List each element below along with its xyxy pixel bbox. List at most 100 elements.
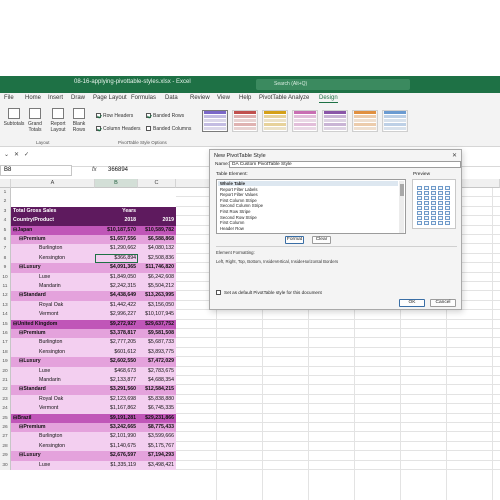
cell-b24[interactable]: $1,167,862 [95, 404, 138, 414]
cell-a24[interactable]: Vermont [11, 404, 95, 414]
select-all-corner[interactable] [0, 179, 11, 188]
menu-tab-view[interactable]: View [217, 95, 230, 101]
row-number[interactable]: 3 [0, 206, 11, 217]
menu-tab-insert[interactable]: Insert [48, 95, 63, 101]
banded-rows-checkbox[interactable]: Banded Rows [146, 113, 184, 119]
cell-a26[interactable]: ⊟Premium [11, 423, 95, 433]
row-headers-checkbox[interactable]: Row Headers [96, 113, 133, 119]
row-number[interactable]: 16 [0, 329, 11, 339]
cell-c9[interactable]: $11,746,820 [138, 263, 176, 273]
cell-c16[interactable]: $9,581,508 [138, 329, 176, 339]
cell-b18[interactable]: $601,612 [95, 347, 138, 358]
search-box[interactable]: Search (Alt+Q) [256, 79, 410, 90]
row-number[interactable]: 11 [0, 282, 11, 292]
cell-c22[interactable]: $12,584,215 [138, 385, 176, 395]
style-swatch[interactable] [322, 110, 348, 132]
cell-a10[interactable]: Luxe [11, 272, 95, 282]
style-swatch[interactable] [382, 110, 408, 132]
row-number[interactable]: 6 [0, 235, 11, 245]
row-number[interactable]: 17 [0, 338, 11, 348]
menu-tab-formulas[interactable]: Formulas [131, 95, 156, 101]
cell-a30[interactable]: Luxe [11, 460, 95, 470]
row-number[interactable]: 26 [0, 423, 11, 433]
row-number[interactable]: 14 [0, 310, 11, 320]
cell-a8[interactable]: Kensington [11, 253, 95, 264]
cell-b4[interactable]: 2018 [95, 216, 138, 226]
table-element-item[interactable]: Second Row Stripe [218, 215, 398, 220]
row-number[interactable]: 1 [0, 188, 11, 198]
fx-icon[interactable]: fx [92, 167, 97, 173]
menu-tab-file[interactable]: File [4, 95, 14, 101]
cell-a21[interactable]: Mandarin [11, 376, 95, 386]
cell-a14[interactable]: Vermont [11, 310, 95, 320]
close-icon[interactable]: ✕ [452, 152, 457, 159]
cancel-button[interactable]: Cancel [430, 299, 456, 307]
cell-a22[interactable]: ⊟Standard [11, 385, 95, 395]
cell-a2[interactable] [11, 197, 95, 206]
cell-c18[interactable]: $3,893,775 [138, 347, 176, 358]
row-number[interactable]: 23 [0, 394, 11, 405]
style-swatch[interactable] [232, 110, 258, 132]
table-element-item[interactable]: First Column Stripe [218, 198, 398, 203]
cell-b10[interactable]: $1,849,050 [95, 272, 138, 282]
blank-rows-button[interactable]: Blank Rows [70, 108, 88, 133]
table-element-item[interactable]: Report Filter Values [218, 192, 398, 197]
cell-c25[interactable]: $29,231,866 [138, 413, 176, 423]
style-swatch[interactable] [202, 110, 228, 132]
cell-b22[interactable]: $3,291,560 [95, 385, 138, 395]
cell-a6[interactable]: ⊟Premium [11, 235, 95, 245]
cell-c21[interactable]: $4,688,354 [138, 376, 176, 386]
cell-b26[interactable]: $3,242,665 [95, 423, 138, 433]
cell-b16[interactable]: $3,378,817 [95, 329, 138, 339]
list-scroll-thumb[interactable] [400, 184, 404, 196]
cell-a29[interactable]: ⊟Luxury [11, 451, 95, 461]
row-number[interactable]: 5 [0, 225, 11, 235]
row-number[interactable]: 18 [0, 347, 11, 358]
cell-b11[interactable]: $2,242,315 [95, 282, 138, 292]
cell-a16[interactable]: ⊟Premium [11, 329, 95, 339]
cell-a3[interactable]: Total Gross Sales [11, 206, 95, 217]
cell-a5[interactable]: ⊟Japan [11, 225, 95, 235]
cell-b21[interactable]: $2,133,877 [95, 376, 138, 386]
format-button[interactable]: Format [285, 236, 304, 244]
style-swatch[interactable] [352, 110, 378, 132]
cell-a9[interactable]: ⊟Luxury [11, 263, 95, 273]
column-headers-checkbox[interactable]: Column Headers [96, 126, 141, 132]
cell-b25[interactable]: $9,191,281 [95, 413, 138, 423]
cell-a17[interactable]: Burlington [11, 338, 95, 348]
table-element-item[interactable]: Whole Table [218, 181, 398, 186]
cell-b30[interactable]: $1,335,119 [95, 460, 138, 470]
menu-tab-pivottable-analyze[interactable]: PivotTable Analyze [259, 95, 309, 101]
cell-c26[interactable]: $8,775,433 [138, 423, 176, 433]
cell-b2[interactable] [95, 197, 138, 206]
cell-b8[interactable]: $366,894 [95, 253, 138, 264]
cell-b13[interactable]: $1,442,422 [95, 300, 138, 311]
cell-c19[interactable]: $7,472,029 [138, 357, 176, 367]
cell-c4[interactable]: 2019 [138, 216, 176, 226]
cell-c1[interactable] [138, 188, 176, 197]
row-number[interactable]: 27 [0, 432, 11, 442]
cell-a12[interactable]: ⊟Standard [11, 291, 95, 301]
row-number[interactable]: 4 [0, 216, 11, 226]
cell-c6[interactable]: $6,588,868 [138, 235, 176, 245]
row-number[interactable]: 29 [0, 451, 11, 461]
row-number[interactable]: 8 [0, 253, 11, 264]
column-header-c[interactable]: C [138, 179, 176, 188]
style-swatch[interactable] [292, 110, 318, 132]
formula-input[interactable]: 366894 [108, 167, 128, 173]
cell-b7[interactable]: $1,290,662 [95, 244, 138, 254]
row-number[interactable]: 2 [0, 197, 11, 207]
grand-totals-button[interactable]: Grand Totals [25, 108, 45, 133]
row-number[interactable]: 28 [0, 441, 11, 452]
row-number[interactable]: 21 [0, 376, 11, 386]
menu-tab-data[interactable]: Data [165, 95, 178, 101]
cell-b6[interactable]: $1,657,556 [95, 235, 138, 245]
menu-tab-home[interactable]: Home [25, 95, 41, 101]
cell-c20[interactable]: $2,783,675 [138, 366, 176, 376]
ok-button[interactable]: OK [399, 299, 425, 307]
row-number[interactable]: 20 [0, 366, 11, 376]
cell-b28[interactable]: $1,140,675 [95, 441, 138, 452]
cell-a1[interactable] [11, 188, 95, 197]
row-number[interactable]: 12 [0, 291, 11, 301]
cell-a18[interactable]: Kensington [11, 347, 95, 358]
